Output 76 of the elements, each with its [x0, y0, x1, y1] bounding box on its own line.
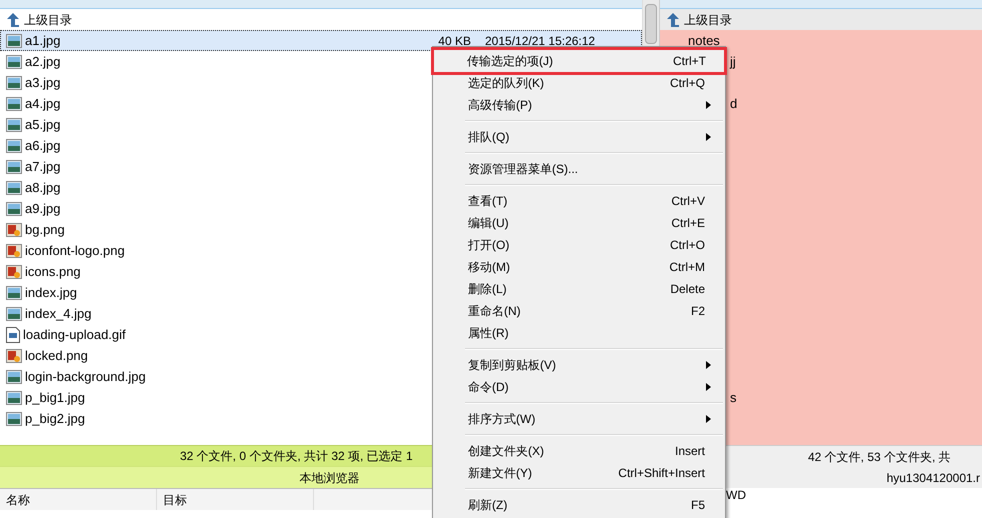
image-file-icon — [6, 286, 22, 300]
file-name: a1.jpg — [25, 32, 62, 50]
pane-title: 本地浏览器 — [300, 470, 360, 486]
file-name: locked.png — [25, 346, 89, 365]
menu-item[interactable]: 删除(L) Delete — [435, 278, 723, 300]
menu-item[interactable]: 属性(R) — [435, 322, 723, 344]
menu-item[interactable]: 编辑(U) Ctrl+E — [435, 212, 723, 234]
image-file-icon — [6, 160, 22, 174]
file-name: p_big2.jpg — [25, 410, 86, 428]
image-file-icon — [6, 306, 22, 320]
file-modified: 2015/12/21 15:26:12 — [485, 32, 596, 50]
file-row[interactable]: a1.jpg 40 KB 2015/12/21 15:26:12 — [0, 30, 642, 51]
menu-item[interactable]: 命令(D) — [435, 376, 723, 398]
menu-item[interactable]: 查看(T) Ctrl+V — [435, 190, 723, 212]
menu-item[interactable]: 排序方式(W) — [435, 408, 723, 430]
pane-title: hyu1304120001.r — [886, 470, 980, 486]
menu-item[interactable]: 移动(M) Ctrl+M — [435, 256, 723, 278]
image-file-icon — [6, 180, 22, 194]
file-name: a2.jpg — [25, 52, 62, 71]
image-file-icon — [6, 138, 22, 152]
file-name: a5.jpg — [25, 116, 62, 134]
file-name: jj — [730, 53, 736, 71]
up-arrow-icon — [666, 12, 680, 28]
parent-folder-row[interactable]: 上级目录 — [0, 9, 642, 30]
image-file-icon — [6, 34, 22, 48]
column-header[interactable]: 目标 — [157, 489, 314, 510]
menu-item[interactable]: 复制到剪贴板(V) — [435, 354, 723, 376]
parent-folder-row[interactable]: 上级目录 — [660, 9, 982, 30]
image-file-icon — [6, 96, 22, 110]
file-name: a4.jpg — [25, 94, 62, 113]
file-name: d — [730, 95, 738, 113]
document-file-icon — [6, 326, 20, 342]
file-name: a8.jpg — [25, 178, 62, 197]
file-name: index.jpg — [25, 284, 78, 302]
file-size: 40 KB — [437, 32, 471, 50]
menu-item[interactable]: 传输选定的项(J) Ctrl+T — [434, 50, 724, 72]
file-name: notes — [688, 32, 720, 50]
menu-item[interactable]: 重命名(N) F2 — [435, 300, 723, 322]
menu-item[interactable]: 高级传输(P) — [435, 94, 723, 116]
file-name: a3.jpg — [25, 74, 62, 92]
status-text: 32 个文件, 0 个文件夹, 共计 32 项, 已选定 1 — [180, 448, 413, 465]
parent-folder-label: 上级目录 — [684, 12, 732, 28]
parent-folder-label: 上级目录 — [24, 12, 72, 28]
menu-item[interactable]: 新建文件(Y) Ctrl+Shift+Insert — [435, 462, 723, 484]
image-file-icon — [6, 390, 22, 404]
menu-item[interactable]: 创建文件夹(X) Insert — [435, 440, 723, 462]
file-name: iconfont-logo.png — [25, 242, 126, 260]
file-name: a9.jpg — [25, 200, 62, 218]
file-name: s — [730, 389, 736, 407]
image-file-icon — [6, 244, 22, 258]
image-file-icon — [6, 348, 22, 362]
menu-item[interactable]: 排队(Q) — [435, 126, 723, 148]
image-file-icon — [6, 54, 22, 68]
image-file-icon — [6, 76, 22, 90]
menu-item[interactable]: 打开(O) Ctrl+O — [435, 234, 723, 256]
file-name: p_big1.jpg — [25, 388, 86, 407]
image-file-icon — [6, 222, 22, 236]
file-name: index_4.jpg — [25, 304, 92, 323]
up-arrow-icon — [6, 12, 20, 28]
menu-item[interactable]: 资源管理器菜单(S)... — [435, 158, 723, 180]
menu-item[interactable]: 选定的队列(K) Ctrl+Q — [435, 72, 723, 94]
column-header[interactable]: 名称 — [0, 489, 157, 510]
log-line: WD — [725, 488, 747, 503]
file-name: icons.png — [25, 262, 82, 281]
file-name: login-background.jpg — [25, 368, 147, 386]
file-name: a6.jpg — [25, 136, 62, 155]
image-file-icon — [6, 118, 22, 132]
image-file-icon — [6, 370, 22, 384]
image-file-icon — [6, 264, 22, 278]
image-file-icon — [6, 412, 22, 426]
file-name: loading-upload.gif — [23, 326, 127, 344]
image-file-icon — [6, 202, 22, 216]
status-text: 42 个文件, 53 个文件夹, 共 — [808, 448, 951, 466]
menu-item[interactable]: 刷新(Z) F5 — [435, 494, 723, 516]
file-name: a7.jpg — [25, 158, 62, 176]
file-name: bg.png — [25, 220, 66, 239]
